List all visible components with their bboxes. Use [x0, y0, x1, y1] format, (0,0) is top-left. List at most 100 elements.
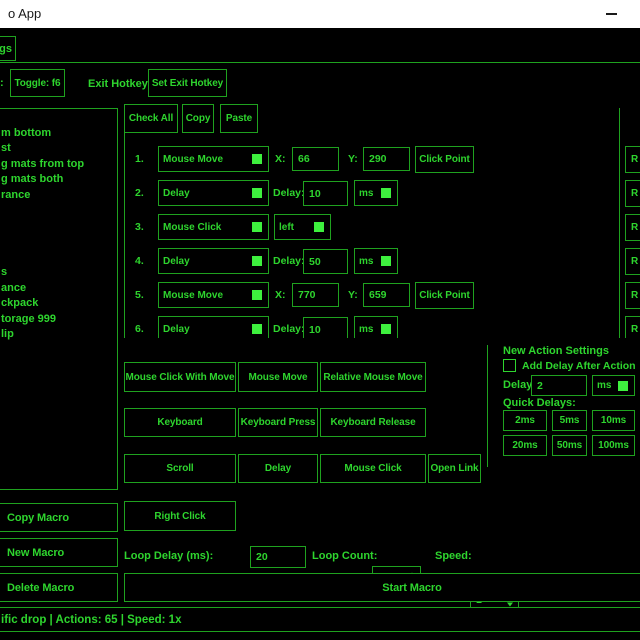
mouse-button-dropdown[interactable]: left: [274, 214, 331, 240]
delay-label: Delay:: [273, 323, 305, 335]
quick-delay-10ms-button[interactable]: 10ms: [592, 410, 635, 431]
remove-action-button[interactable]: R: [625, 146, 640, 173]
remove-action-button[interactable]: R: [625, 282, 640, 309]
action-type-value: Mouse Move: [163, 154, 223, 165]
action-type-dropdown[interactable]: Mouse Move: [158, 282, 269, 308]
remove-action-button[interactable]: R: [625, 248, 640, 275]
tab-settings[interactable]: gs: [0, 36, 16, 61]
action-type-value: Delay: [163, 188, 190, 199]
macro-list-item[interactable]: [1, 250, 116, 266]
quick-delay-20ms-button[interactable]: 20ms: [503, 435, 547, 456]
macro-list-item[interactable]: lip: [1, 327, 116, 343]
set-exit-hotkey-button[interactable]: Set Exit Hotkey: [148, 69, 227, 97]
macro-list-item[interactable]: ance: [1, 281, 116, 297]
quick-delay-5ms-button[interactable]: 5ms: [552, 410, 587, 431]
dropdown-indicator-icon: [252, 256, 262, 266]
macro-list-item[interactable]: [1, 110, 116, 126]
delay-unit-value: ms: [359, 324, 373, 335]
delay-unit-dropdown[interactable]: ms: [354, 248, 398, 274]
x-coordinate-input[interactable]: [292, 147, 339, 171]
status-text: ific drop | Actions: 65 | Speed: 1x: [0, 614, 181, 626]
macro-list-item[interactable]: ckpack: [1, 296, 116, 312]
add-mouse-click-with-move-button[interactable]: Mouse Click With Move: [124, 362, 236, 392]
dropdown-indicator-icon: [252, 188, 262, 198]
remove-action-button[interactable]: R: [625, 180, 640, 207]
toggle-hotkey-button[interactable]: Toggle: f6: [10, 69, 65, 97]
dropdown-indicator-icon: [381, 324, 391, 334]
add-mouse-click-button[interactable]: Mouse Click: [320, 454, 426, 483]
macro-list: m bottom st g mats from top g mats both …: [1, 110, 116, 343]
app-window: o App gs : Toggle: f6 Exit Hotkey: Set E…: [0, 0, 640, 640]
macro-list-item[interactable]: g mats from top: [1, 157, 116, 173]
minimize-button[interactable]: [594, 0, 628, 28]
action-type-dropdown[interactable]: Delay: [158, 248, 269, 274]
macro-list-item[interactable]: g mats both: [1, 172, 116, 188]
macro-list-item[interactable]: s: [1, 265, 116, 281]
action-row-number: 3.: [135, 221, 144, 233]
action-type-value: Delay: [163, 256, 190, 267]
action-row-number: 1.: [135, 153, 144, 165]
action-type-dropdown[interactable]: Delay: [158, 316, 269, 338]
delay-unit-dropdown[interactable]: ms: [354, 180, 398, 206]
delay-value-input[interactable]: [303, 181, 348, 206]
add-relative-mouse-move-button[interactable]: Relative Mouse Move: [320, 362, 426, 392]
new-action-unit-dropdown[interactable]: ms: [592, 375, 635, 396]
delay-value-input[interactable]: [303, 249, 348, 274]
quick-delay-100ms-button[interactable]: 100ms: [592, 435, 635, 456]
macro-list-item[interactable]: rance: [1, 188, 116, 204]
action-type-value: Delay: [163, 324, 190, 335]
settings-divider: [487, 345, 488, 467]
loop-delay-input[interactable]: [250, 546, 306, 568]
macro-list-item[interactable]: m bottom: [1, 126, 116, 142]
click-point-button[interactable]: Click Point: [415, 146, 474, 173]
action-row-number: 4.: [135, 255, 144, 267]
add-keyboard-press-button[interactable]: Keyboard Press: [238, 408, 318, 437]
add-delay-button[interactable]: Delay: [238, 454, 318, 483]
delay-unit-value: ms: [359, 256, 373, 267]
macro-list-item[interactable]: [1, 219, 116, 235]
delay-unit-value: ms: [359, 188, 373, 199]
action-row-number: 2.: [135, 187, 144, 199]
macro-list-item[interactable]: st: [1, 141, 116, 157]
macro-list-item[interactable]: torage 999: [1, 312, 116, 328]
macro-list-item[interactable]: [1, 234, 116, 250]
y-coordinate-input[interactable]: [363, 147, 410, 171]
dropdown-indicator-icon: [252, 290, 262, 300]
dropdown-indicator-icon: [252, 154, 262, 164]
dropdown-indicator-icon: [314, 222, 324, 232]
action-type-dropdown[interactable]: Mouse Click: [158, 214, 269, 240]
quick-delays-label: Quick Delays:: [503, 397, 576, 409]
remove-action-button[interactable]: R: [625, 316, 640, 338]
macro-list-item[interactable]: [1, 203, 116, 219]
dropdown-indicator-icon: [381, 188, 391, 198]
action-row-number: 6.: [135, 323, 144, 335]
action-type-dropdown[interactable]: Mouse Move: [158, 146, 269, 172]
add-scroll-button[interactable]: Scroll: [124, 454, 236, 483]
menu-divider: [0, 62, 640, 63]
add-keyboard-button[interactable]: Keyboard: [124, 408, 236, 437]
add-right-click-button[interactable]: Right Click: [124, 501, 236, 531]
start-macro-button[interactable]: Start Macro: [124, 573, 640, 602]
quick-delay-50ms-button[interactable]: 50ms: [552, 435, 587, 456]
new-macro-button[interactable]: New Macro: [0, 538, 118, 567]
macro-list-panel: m bottom st g mats from top g mats both …: [0, 108, 118, 490]
exit-hotkey-label: Exit Hotkey:: [88, 78, 152, 90]
add-delay-checkbox[interactable]: [503, 359, 516, 372]
action-type-dropdown[interactable]: Delay: [158, 180, 269, 206]
click-point-button[interactable]: Click Point: [415, 282, 474, 309]
window-title: o App: [8, 0, 41, 28]
y-coordinate-input[interactable]: [363, 283, 410, 307]
add-mouse-move-button[interactable]: Mouse Move: [238, 362, 318, 392]
remove-action-button[interactable]: R: [625, 214, 640, 241]
add-keyboard-release-button[interactable]: Keyboard Release: [320, 408, 426, 437]
copy-macro-button[interactable]: Copy Macro: [0, 503, 118, 532]
add-open-link-button[interactable]: Open Link: [428, 454, 481, 483]
x-coordinate-input[interactable]: [292, 283, 339, 307]
delay-unit-dropdown[interactable]: ms: [354, 316, 398, 338]
x-label: X:: [275, 153, 286, 165]
delete-macro-button[interactable]: Delete Macro: [0, 573, 118, 602]
quick-delay-2ms-button[interactable]: 2ms: [503, 410, 547, 431]
delay-value-input[interactable]: [303, 317, 348, 338]
add-delay-label: Add Delay After Action: [522, 360, 636, 372]
new-action-delay-input[interactable]: [531, 375, 587, 396]
